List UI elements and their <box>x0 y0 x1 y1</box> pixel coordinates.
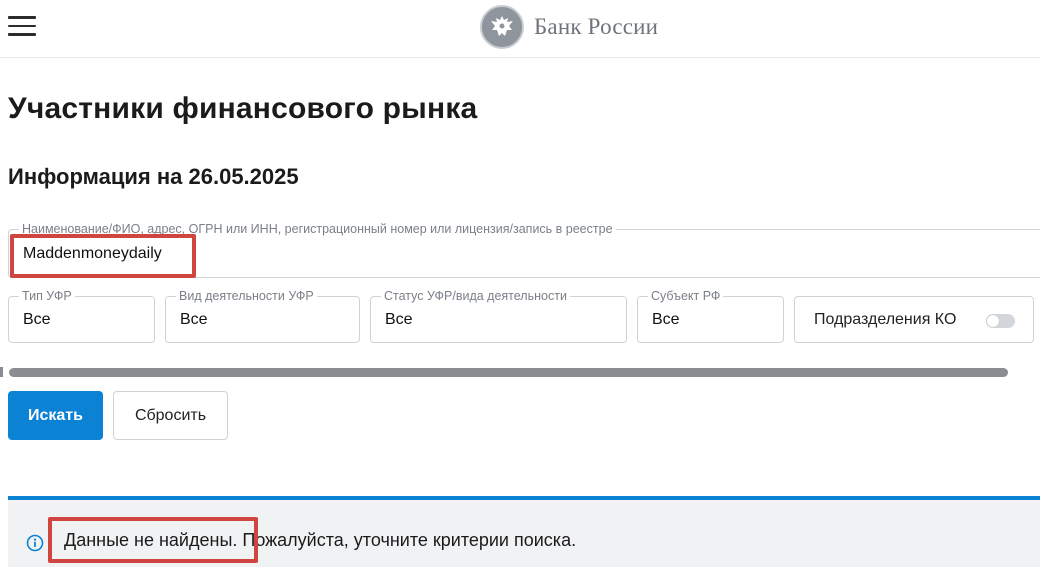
bank-of-russia-emblem-icon <box>480 5 524 49</box>
filter-status-select[interactable]: Статус УФР/вида деятельности Все <box>370 289 627 343</box>
search-input[interactable]: Наименование/ФИО, адрес, ОГРН или ИНН, р… <box>8 222 1040 278</box>
reset-button[interactable]: Сбросить <box>113 391 228 440</box>
branches-toggle-switch[interactable] <box>986 314 1015 328</box>
filter-status-value: Все <box>385 311 413 328</box>
filter-activity-kind-legend: Вид деятельности УФР <box>176 289 317 303</box>
search-input-value[interactable]: Maddenmoneydaily <box>23 245 162 263</box>
bank-logo[interactable]: Банк России <box>480 5 658 49</box>
filter-type-select[interactable]: Тип УФР Все <box>8 289 155 343</box>
filter-type-legend: Тип УФР <box>19 289 75 303</box>
page-title: Участники финансового рынка <box>8 92 478 125</box>
filter-activity-kind-value: Все <box>180 311 208 328</box>
filter-region-select[interactable]: Субъект РФ Все <box>637 289 784 343</box>
logo-text: Банк России <box>534 14 659 39</box>
hamburger-menu-icon[interactable] <box>8 16 36 38</box>
site-header: Банк России <box>0 0 1040 58</box>
filter-region-legend: Субъект РФ <box>648 289 724 303</box>
filter-activity-kind-select[interactable]: Вид деятельности УФР Все <box>165 289 360 343</box>
filter-type-value: Все <box>23 311 51 328</box>
notice-text: Данные не найдены. Пожалуйста, уточните … <box>64 530 577 550</box>
filter-status-legend: Статус УФР/вида деятельности <box>381 289 570 303</box>
filter-region-value: Все <box>652 311 680 328</box>
search-button[interactable]: Искать <box>8 391 103 440</box>
search-input-legend: Наименование/ФИО, адрес, ОГРН или ИНН, р… <box>19 222 616 236</box>
branches-toggle-label: Подразделения КО <box>814 311 957 328</box>
info-date-heading: Информация на 26.05.2025 <box>8 164 299 189</box>
no-results-notice: Данные не найдены. Пожалуйста, уточните … <box>8 496 1040 567</box>
branches-toggle-box[interactable]: Подразделения КО <box>794 296 1034 343</box>
scroll-left-arrow[interactable] <box>0 367 3 377</box>
horizontal-scrollbar[interactable] <box>9 368 1008 377</box>
info-circle-icon <box>26 534 44 552</box>
toggle-knob <box>987 315 999 327</box>
